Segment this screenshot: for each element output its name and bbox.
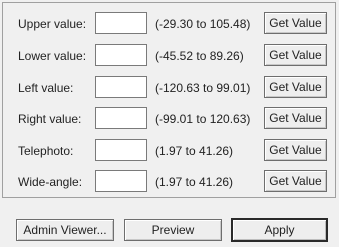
- lower-get-value-button[interactable]: Get Value: [264, 44, 327, 66]
- telephoto-input[interactable]: [95, 139, 147, 161]
- telephoto-label: Telephoto:: [18, 144, 74, 158]
- right-value-range: (-99.01 to 120.63): [155, 112, 251, 126]
- lower-value-input[interactable]: [95, 44, 147, 66]
- admin-viewer-button[interactable]: Admin Viewer...: [16, 219, 114, 241]
- limits-dialog: Upper value: (-29.30 to 105.48) Get Valu…: [0, 0, 339, 247]
- telephoto-get-value-button[interactable]: Get Value: [264, 139, 327, 161]
- left-value-input[interactable]: [95, 76, 147, 98]
- lower-value-row: Lower value: (-45.52 to 89.26) Get Value: [0, 44, 339, 69]
- lower-value-range: (-45.52 to 89.26): [155, 49, 244, 63]
- telephoto-row: Telephoto: (1.97 to 41.26) Get Value: [0, 139, 339, 164]
- wide-angle-range: (1.97 to 41.26): [155, 175, 234, 189]
- telephoto-range: (1.97 to 41.26): [155, 144, 234, 158]
- right-value-label: Right value:: [18, 112, 82, 126]
- upper-value-range: (-29.30 to 105.48): [155, 17, 251, 31]
- right-value-input[interactable]: [95, 107, 147, 129]
- left-value-row: Left value: (-120.63 to 99.01) Get Value: [0, 76, 339, 101]
- upper-value-row: Upper value: (-29.30 to 105.48) Get Valu…: [0, 12, 339, 37]
- right-value-row: Right value: (-99.01 to 120.63) Get Valu…: [0, 107, 339, 132]
- lower-value-label: Lower value:: [18, 49, 87, 63]
- preview-button[interactable]: Preview: [124, 219, 222, 241]
- right-get-value-button[interactable]: Get Value: [264, 107, 327, 129]
- wide-angle-row: Wide-angle: (1.97 to 41.26) Get Value: [0, 170, 339, 195]
- left-value-label: Left value:: [18, 81, 74, 95]
- apply-button[interactable]: Apply: [232, 219, 327, 241]
- wide-angle-input[interactable]: [95, 170, 147, 192]
- left-value-range: (-120.63 to 99.01): [155, 81, 251, 95]
- upper-value-label: Upper value:: [18, 17, 87, 31]
- wide-angle-label: Wide-angle:: [18, 175, 83, 189]
- left-get-value-button[interactable]: Get Value: [264, 76, 327, 98]
- upper-get-value-button[interactable]: Get Value: [264, 12, 327, 34]
- wide-angle-get-value-button[interactable]: Get Value: [264, 170, 327, 192]
- upper-value-input[interactable]: [95, 12, 147, 34]
